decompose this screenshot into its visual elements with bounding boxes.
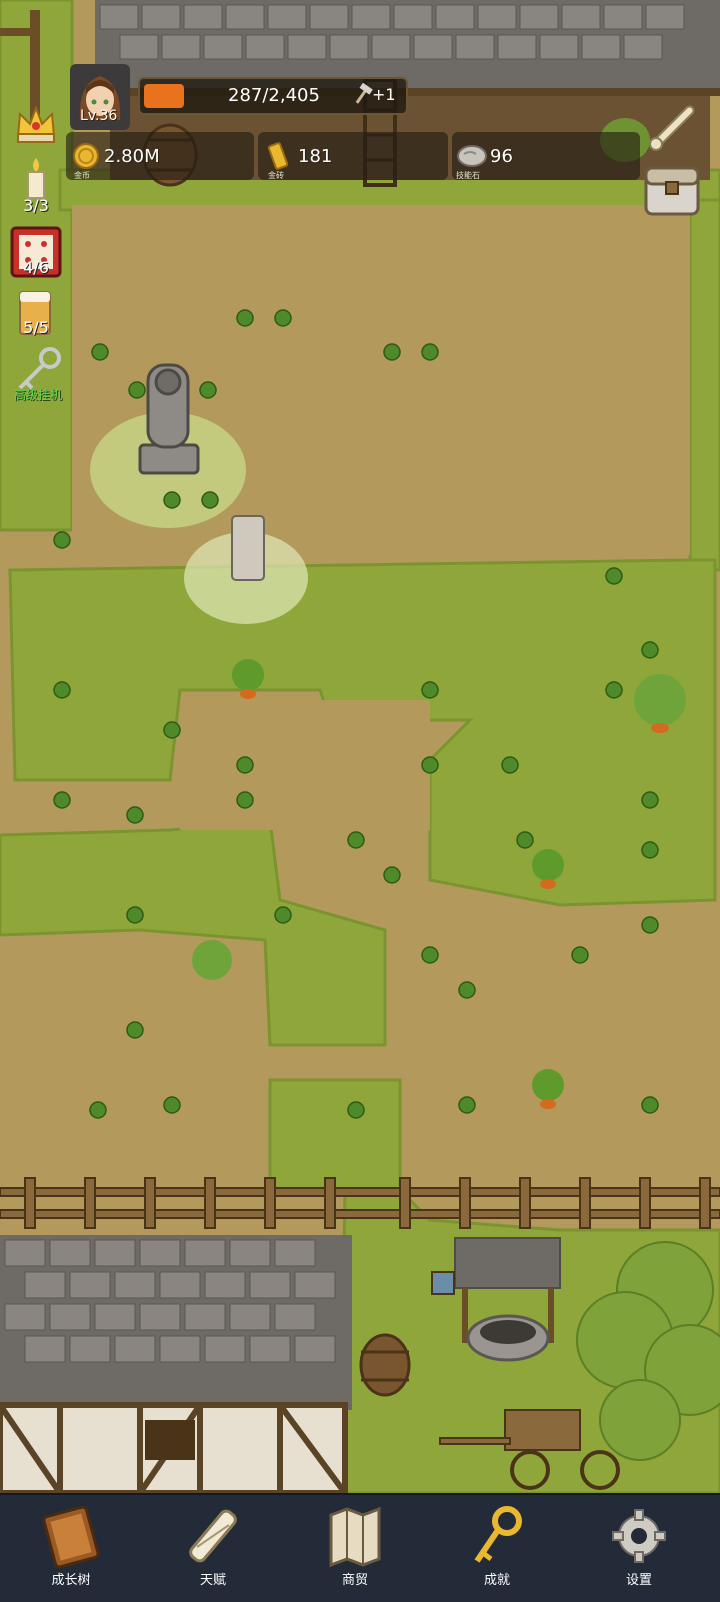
gold-bar-panel[interactable]: 181 金砖 bbox=[258, 132, 448, 180]
xp-bar-fill bbox=[144, 84, 184, 108]
gold-bar-icon bbox=[264, 140, 294, 174]
candle-count: 3/3 bbox=[23, 196, 49, 215]
house-bottom bbox=[0, 1235, 352, 1493]
bone-sword-icon bbox=[649, 105, 695, 151]
nav-trade[interactable]: 商贸 bbox=[300, 1503, 410, 1595]
nav-talent[interactable]: 天赋 bbox=[158, 1503, 268, 1595]
dice-count: 4/6 bbox=[23, 258, 49, 277]
skill-stone-icon bbox=[456, 142, 488, 172]
treasure-chest-button[interactable] bbox=[642, 160, 702, 220]
xp-text: 287/2,405 bbox=[228, 85, 320, 106]
gold-bar-value: 181 bbox=[298, 146, 333, 167]
advanced-idle-label: 高级挂机 bbox=[13, 388, 62, 402]
bottom-nav: 成长树 天赋 商贸 成就 设置 bbox=[0, 1493, 720, 1602]
skill-stone-panel[interactable]: 96 技能石 bbox=[452, 132, 640, 180]
nav-growth-tree-label: 成长树 bbox=[51, 1573, 91, 1588]
nav-growth-tree[interactable]: 成长树 bbox=[16, 1503, 126, 1595]
player-level: Lv.36 bbox=[80, 108, 118, 124]
nav-trade-label: 商贸 bbox=[341, 1573, 368, 1588]
hammer-icon bbox=[352, 82, 374, 111]
xp-bonus: +1 bbox=[372, 85, 396, 104]
achievement-key-icon bbox=[474, 1506, 522, 1563]
talent-scroll-icon bbox=[189, 1509, 237, 1563]
game-world[interactable] bbox=[0, 0, 720, 1493]
bone-sword-button[interactable] bbox=[646, 98, 702, 154]
beer-count: 5/5 bbox=[23, 318, 49, 337]
farm-map bbox=[0, 0, 720, 1493]
skill-stone-value: 96 bbox=[490, 146, 513, 167]
trade-map-icon bbox=[329, 1506, 381, 1568]
nav-achievement[interactable]: 成就 bbox=[442, 1503, 552, 1595]
growth-tree-book-icon bbox=[42, 1505, 100, 1569]
nav-settings[interactable]: 设置 bbox=[584, 1503, 694, 1595]
nav-talent-label: 天赋 bbox=[199, 1573, 226, 1588]
gold-coin-label: 金币 bbox=[74, 171, 90, 180]
crown-icon bbox=[16, 105, 56, 143]
beer-button[interactable]: 5/5 bbox=[14, 288, 58, 344]
advanced-idle-button[interactable]: 高级挂机 bbox=[6, 346, 70, 404]
settings-gear-icon bbox=[612, 1509, 666, 1563]
gold-bar-label: 金砖 bbox=[268, 171, 284, 180]
skill-stone-label: 技能石 bbox=[456, 171, 480, 180]
candle-button[interactable]: 3/3 bbox=[14, 156, 58, 218]
nav-achievement-label: 成就 bbox=[483, 1573, 510, 1588]
crown-button[interactable] bbox=[12, 100, 60, 148]
treasure-chest-icon bbox=[644, 166, 700, 216]
gold-coin-panel[interactable]: 2.80M 金币 bbox=[66, 132, 254, 180]
xp-bar: 287/2,405 +1 bbox=[138, 77, 408, 115]
gold-coin-value: 2.80M bbox=[104, 146, 160, 167]
statue bbox=[138, 363, 200, 475]
nav-settings-label: 设置 bbox=[625, 1573, 652, 1588]
dice-button[interactable]: 4/6 bbox=[10, 226, 62, 278]
